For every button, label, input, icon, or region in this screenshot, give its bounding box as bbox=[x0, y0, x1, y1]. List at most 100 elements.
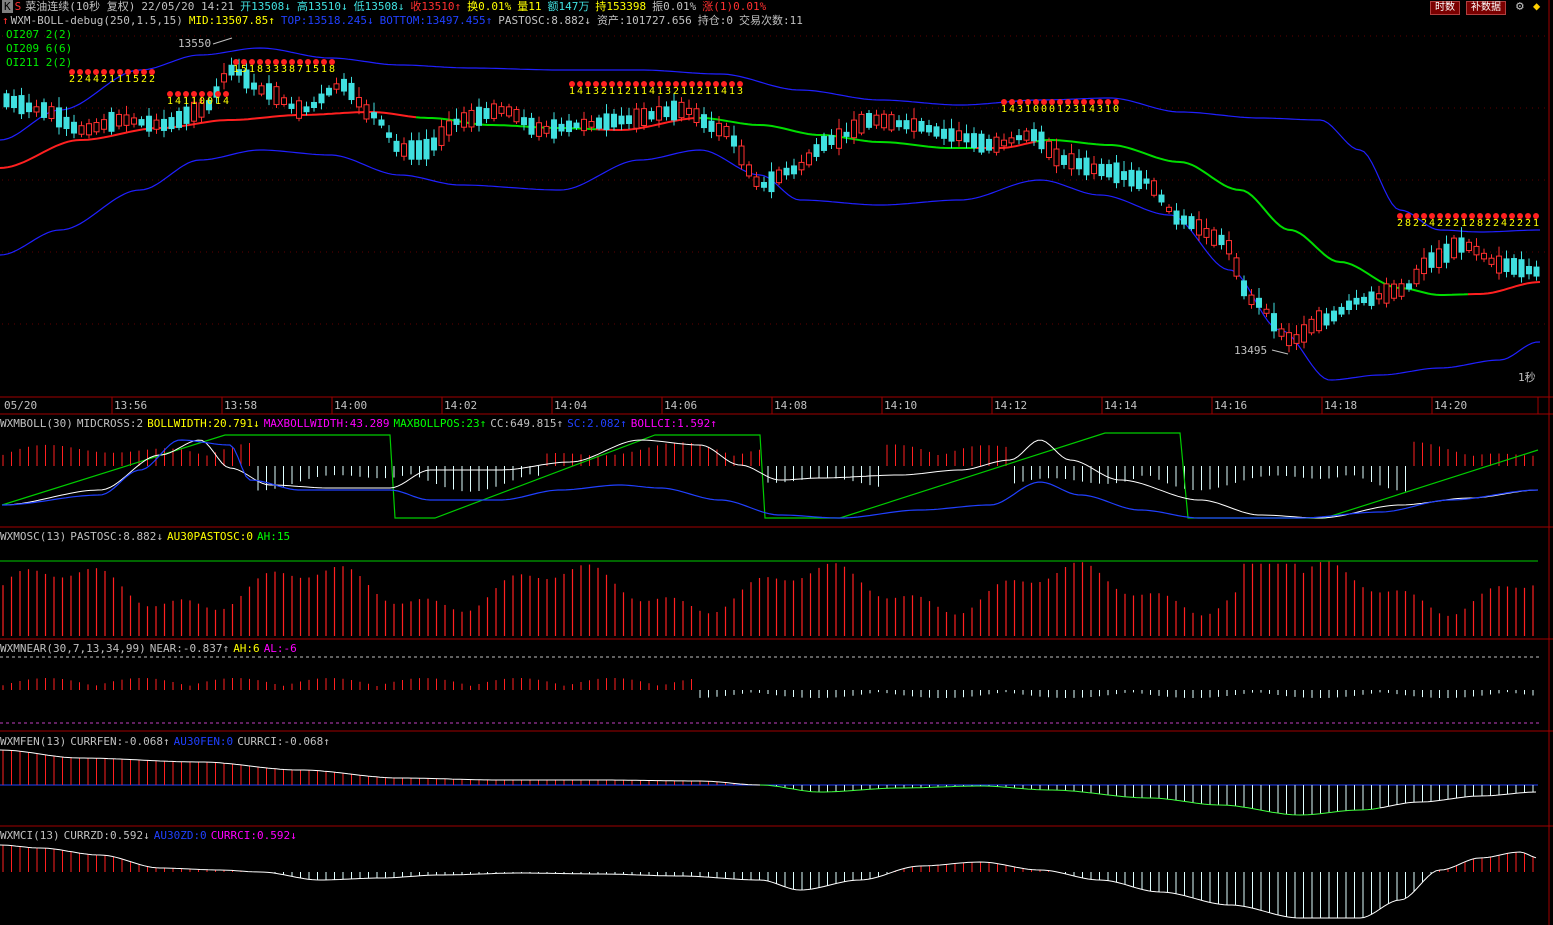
candle-down bbox=[648, 111, 655, 120]
legend-item: CURRCI:-0.068↑ bbox=[237, 735, 330, 748]
signal-count-label: 2 bbox=[673, 86, 679, 97]
candle-up bbox=[86, 123, 92, 136]
signal-count-label: 8 bbox=[257, 64, 263, 75]
signal-count-label: 3 bbox=[281, 64, 287, 75]
candle-down bbox=[63, 116, 70, 130]
signal-count-label: 1 bbox=[705, 86, 711, 97]
candle-down bbox=[1016, 135, 1022, 141]
candle-down bbox=[1121, 171, 1127, 180]
signal-count-label: 1 bbox=[183, 96, 189, 107]
candle-up bbox=[131, 117, 137, 125]
candle-down bbox=[671, 100, 677, 121]
candle-up bbox=[678, 101, 685, 119]
signal-count-label: 2 bbox=[1065, 104, 1071, 115]
candle-up bbox=[78, 125, 85, 135]
high-price-label: 13550 bbox=[178, 37, 212, 50]
candle-up bbox=[401, 143, 407, 157]
candle-down bbox=[948, 128, 955, 142]
signal-count-label: 1 bbox=[233, 64, 239, 75]
chart-canvas[interactable]: 2 2 4 4 2 1 1 1 5 2 21 4 1 1 0 0 1 41 5 1 8 3 3 3 8 7 1 5 1 81 4 1 3 2 1 1 2… bbox=[0, 0, 1553, 925]
candle-up bbox=[1286, 332, 1292, 347]
signal-count-label: 1 bbox=[681, 86, 687, 97]
candle-up bbox=[1436, 248, 1442, 268]
candle-down bbox=[326, 87, 332, 96]
candle-down bbox=[1181, 215, 1187, 225]
signal-count-label: 4 bbox=[223, 96, 229, 107]
signal-count-label: 2 bbox=[1493, 218, 1499, 229]
candle-up bbox=[1383, 283, 1390, 304]
candle-up bbox=[776, 169, 782, 184]
candle-down bbox=[596, 117, 602, 129]
candle-up bbox=[1001, 139, 1007, 147]
candle-down bbox=[1128, 169, 1135, 187]
legend-item: MAXBOLLPOS:23↑ bbox=[393, 417, 487, 430]
candle-down bbox=[146, 115, 152, 132]
legend-item: CURRFEN:-0.068↑ bbox=[70, 735, 170, 748]
legend-item: MIDCROSS:2 bbox=[76, 417, 144, 430]
candle-down bbox=[611, 113, 617, 128]
interval-label: 1秒 bbox=[1518, 371, 1536, 384]
candle-up bbox=[686, 107, 692, 115]
signal-count-label: 8 bbox=[289, 64, 295, 75]
signal-count-label: 2 bbox=[625, 86, 631, 97]
time-tick-label: 14:14 bbox=[1104, 399, 1138, 412]
candle-down bbox=[603, 113, 610, 131]
candle-up bbox=[798, 161, 805, 171]
signal-count-label: 5 bbox=[313, 64, 319, 75]
signal-count-label: 1 bbox=[1025, 104, 1031, 115]
candle-down bbox=[761, 181, 767, 188]
candle-up bbox=[1023, 130, 1030, 141]
candle-up bbox=[1488, 257, 1495, 265]
candle-down bbox=[521, 117, 527, 126]
candle-down bbox=[348, 82, 355, 101]
candle-up bbox=[1226, 240, 1232, 255]
candle-up bbox=[738, 145, 745, 166]
candle-down bbox=[1143, 178, 1150, 184]
candle-down bbox=[1503, 258, 1510, 272]
signal-count-label: 2 bbox=[149, 74, 155, 85]
panel-legend-fen: WXMFEN(13) CURRFEN:-0.068↑ AU30FEN:0 CURRCI… bbox=[0, 735, 334, 748]
signal-count-label: 3 bbox=[265, 64, 271, 75]
legend-item: WXMBOLL(30) bbox=[0, 417, 73, 430]
signal-count-label: 2 bbox=[77, 74, 83, 85]
candle-down bbox=[176, 111, 182, 128]
candle-up bbox=[333, 83, 340, 90]
legend-item: AU30FEN:0 bbox=[173, 735, 234, 748]
signal-count-label: 4 bbox=[1009, 104, 1015, 115]
candle-up bbox=[1413, 268, 1420, 285]
legend-item: CC:649.815↑ bbox=[490, 417, 564, 430]
signal-count-label: 3 bbox=[273, 64, 279, 75]
candle-down bbox=[1256, 297, 1262, 308]
legend-item: BOLLCI:1.592↑ bbox=[630, 417, 717, 430]
signal-count-label: 2 bbox=[101, 74, 107, 85]
candle-up bbox=[48, 106, 55, 119]
candle-down bbox=[1406, 283, 1412, 290]
legend-item: BOLLWIDTH:20.791↓ bbox=[147, 417, 260, 430]
signal-count-label: 1 bbox=[305, 64, 311, 75]
legend-item: WXMFEN(13) bbox=[0, 735, 67, 748]
signal-count-label: 1 bbox=[1001, 104, 1007, 115]
candle-down bbox=[3, 93, 10, 108]
signal-count-label: 4 bbox=[721, 86, 727, 97]
candle-up bbox=[753, 176, 760, 187]
candle-down bbox=[528, 117, 535, 135]
candle-up bbox=[1203, 228, 1210, 238]
time-tick-label: 14:10 bbox=[884, 399, 918, 412]
signal-count-label: 2 bbox=[1469, 218, 1475, 229]
candle-down bbox=[288, 103, 295, 109]
candle-up bbox=[153, 119, 160, 130]
candle-down bbox=[926, 125, 932, 133]
legend-item: SC:2.082↑ bbox=[567, 417, 627, 430]
candle-up bbox=[693, 108, 700, 124]
candle-down bbox=[813, 144, 820, 157]
candle-up bbox=[1263, 308, 1270, 314]
time-tick-label: 14:16 bbox=[1214, 399, 1248, 412]
candle-up bbox=[1451, 237, 1457, 259]
candle-down bbox=[11, 95, 17, 109]
signal-count-label: 1 bbox=[109, 74, 115, 85]
candle-up bbox=[581, 118, 587, 132]
signal-count-label: 2 bbox=[1445, 218, 1451, 229]
candle-up bbox=[1421, 257, 1427, 275]
candle-down bbox=[821, 136, 827, 151]
signal-count-label: 2 bbox=[601, 86, 607, 97]
